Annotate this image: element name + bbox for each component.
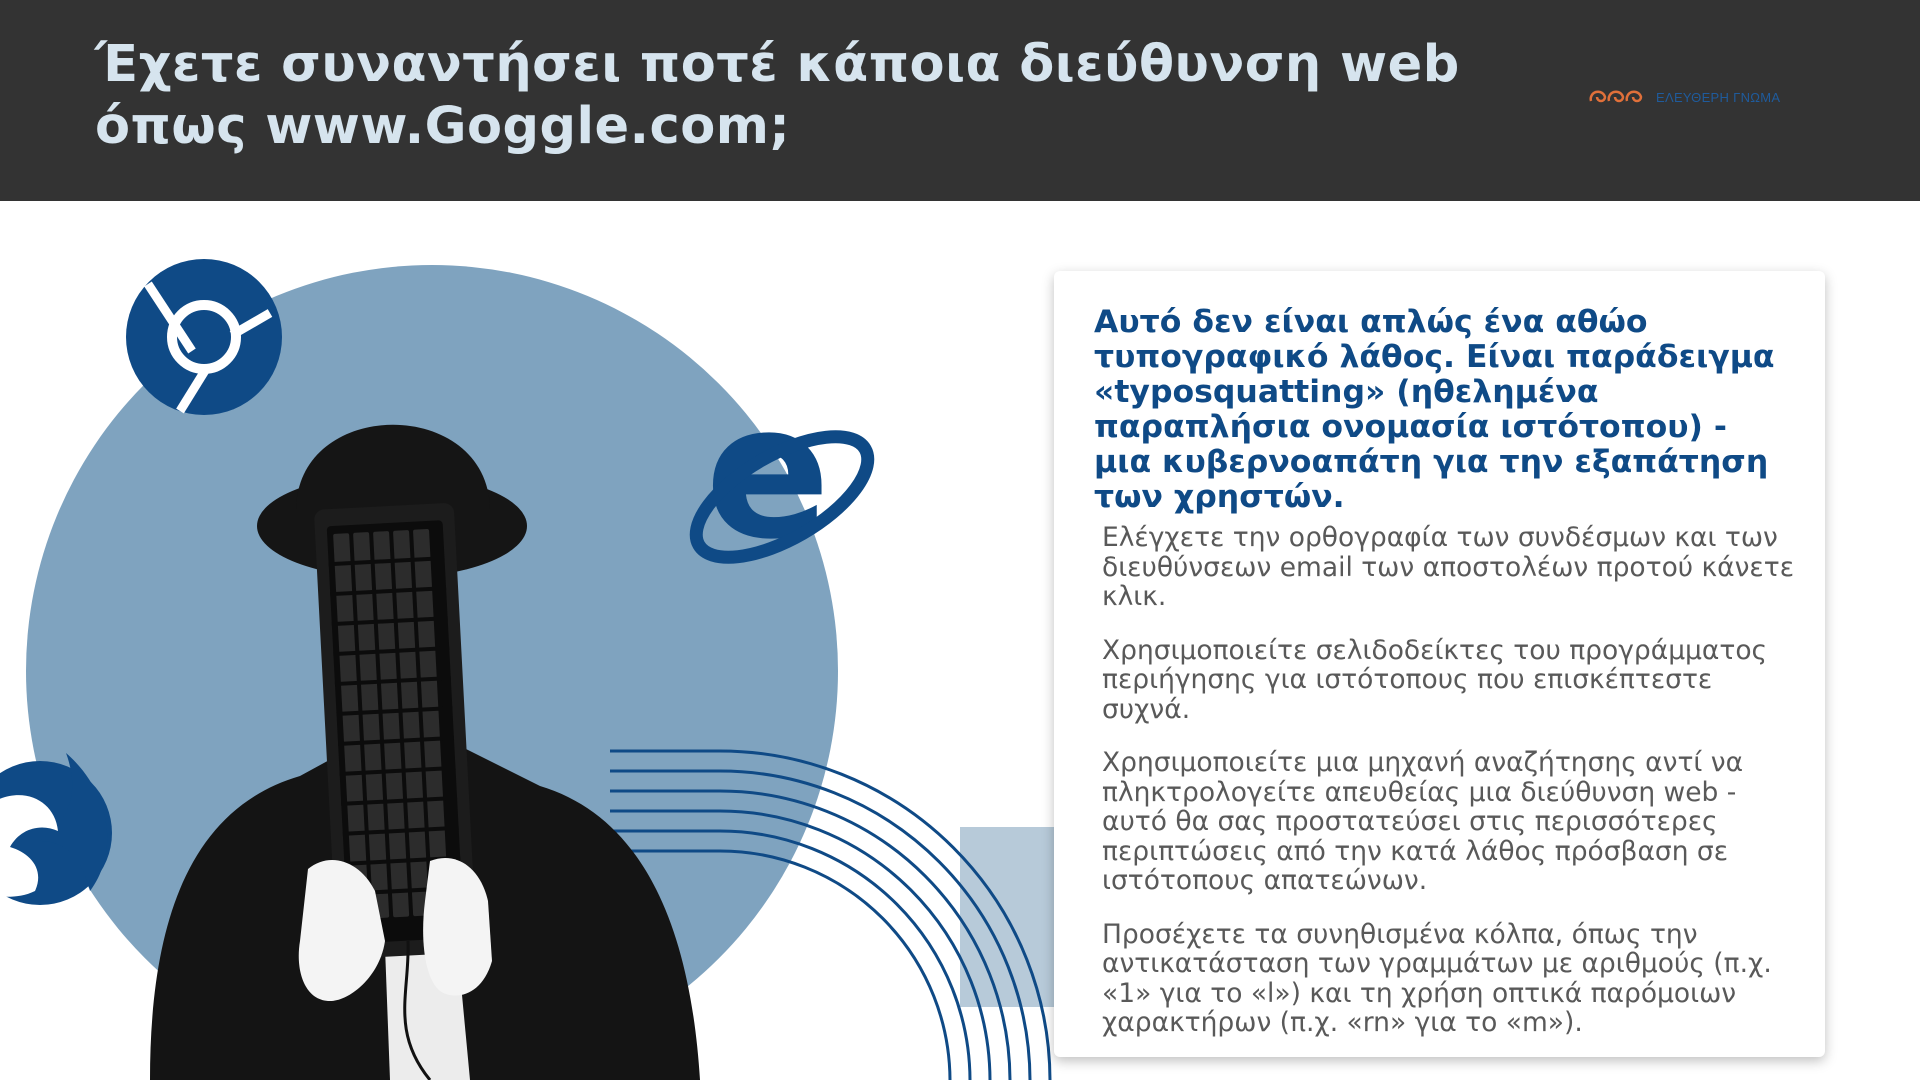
- tip-item: Ελέγχετε την ορθογραφία των συνδέσμων κα…: [1102, 522, 1795, 612]
- brand-logo: ΕΛΕΥΘΕΡΗ ΓΝΩΜΑ: [1588, 84, 1780, 110]
- tip-item: Χρησιμοποιείτε σελιδοδείκτες του προγράμ…: [1102, 634, 1768, 725]
- header-bar: Έχετε συναντήσει ποτέ κάποια διεύθυνση w…: [0, 0, 1920, 201]
- logo-text: ΕΛΕΥΘΕΡΗ ΓΝΩΜΑ: [1656, 89, 1781, 105]
- tip-item: Προσέχετε τα συνηθισμένα κόλπα, όπως την…: [1102, 918, 1772, 1038]
- internet-explorer-icon: e: [689, 364, 875, 580]
- card-heading: Αυτό δεν είναι απλώς ένα αθώο τυπογραφικ…: [1094, 304, 1775, 515]
- decor-rectangle: [960, 827, 1060, 1007]
- illustration: e: [0, 201, 1060, 1080]
- logo-spiral-icon: [1588, 87, 1646, 107]
- tips-list: Ελέγχετε την ορθογραφία των συνδέσμων κα…: [1102, 523, 1802, 1062]
- page-title: Έχετε συναντήσει ποτέ κάποια διεύθυνση w…: [95, 35, 1460, 156]
- chrome-icon: [126, 259, 282, 415]
- info-card: Αυτό δεν είναι απλώς ένα αθώο τυπογραφικ…: [1054, 271, 1825, 1057]
- tip-item: Χρησιμοποιείτε μια μηχανή αναζήτησης αντ…: [1102, 747, 1744, 896]
